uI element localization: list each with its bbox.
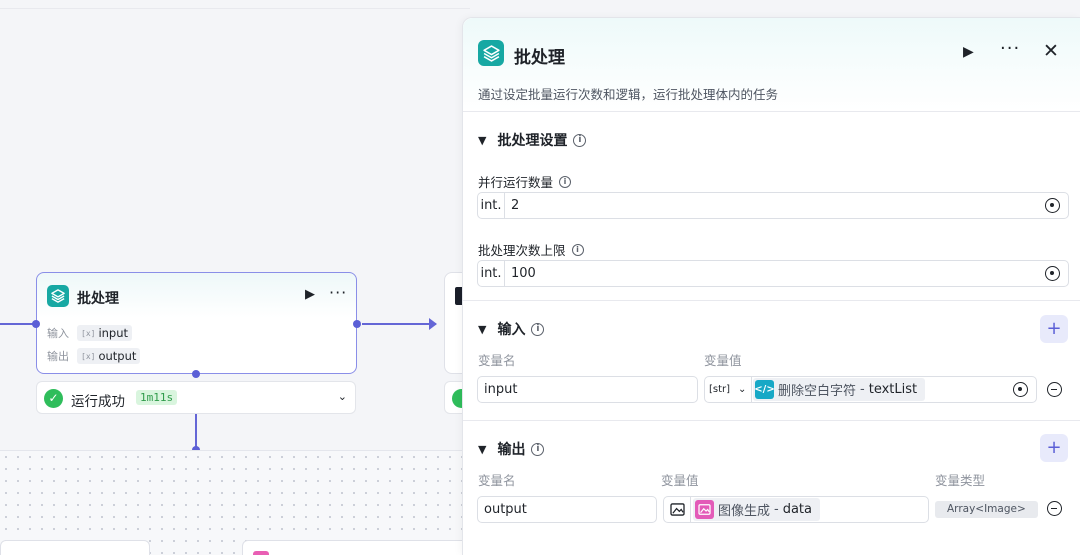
layers-icon — [478, 40, 504, 66]
ref-separator: - — [774, 502, 779, 517]
remove-output-icon[interactable] — [1047, 501, 1062, 516]
panel-header: 批处理 ▶ ··· ✕ 通过设定批量运行次数和逻辑，运行批处理体内的任务 — [463, 18, 1080, 112]
chevron-down-icon[interactable]: ⌄ — [338, 390, 347, 403]
ref-separator: - — [860, 382, 865, 397]
parallel-count-text: 并行运行数量 — [478, 175, 554, 190]
output-value-ref[interactable]: 图像生成 - data — [663, 496, 929, 523]
node-input-port[interactable] — [32, 320, 40, 328]
settings-section-title: 批处理设置 — [497, 133, 568, 149]
output-section-title: 输出 — [497, 442, 526, 458]
chevron-down-icon[interactable]: ⌄ — [738, 384, 746, 395]
output-col-type: 变量类型 — [935, 473, 986, 488]
node-input-row: 输入 [x] input — [47, 325, 133, 341]
info-icon[interactable]: i — [573, 133, 587, 147]
canvas-divider — [0, 8, 470, 9]
node-settings-panel: 批处理 ▶ ··· ✕ 通过设定批量运行次数和逻辑，运行批处理体内的任务 ▼ 批… — [462, 17, 1080, 555]
panel-title: 批处理 — [514, 48, 565, 68]
type-select[interactable]: [str] ⌄ — [705, 377, 752, 402]
int-type-prefix: int. — [478, 193, 505, 218]
batch-limit-label: 批处理次数上限 i — [478, 240, 584, 259]
run-status-bar[interactable]: ✓ 运行成功 1m11s ⌄ — [36, 381, 356, 414]
check-icon: ✓ — [44, 389, 63, 408]
info-icon[interactable]: i — [531, 322, 545, 336]
image-icon — [695, 500, 714, 519]
output-section-header[interactable]: ▼ 输出 i — [478, 439, 545, 459]
batch-limit-text: 批处理次数上限 — [478, 243, 566, 258]
node-output-label: 输出 — [47, 350, 69, 363]
play-icon[interactable]: ▶ — [305, 287, 315, 302]
input-value-ref[interactable]: [str] ⌄ </> 删除空白字符 - textList — [704, 376, 1037, 403]
play-icon[interactable]: ▶ — [963, 44, 974, 60]
add-input-button[interactable]: + — [1040, 315, 1068, 343]
settings-section-header[interactable]: ▼ 批处理设置 i — [478, 130, 587, 150]
section-divider — [463, 420, 1080, 421]
parallel-count-value[interactable]: 2 — [511, 198, 519, 213]
str-type-label: [str] — [709, 384, 731, 395]
chevron-down-icon[interactable]: ▼ — [478, 323, 486, 336]
input-col-name: 变量名 — [478, 353, 516, 368]
batch-node[interactable]: 批处理 ▶ ··· 输入 [x] input 输出 [x] output — [36, 272, 357, 374]
arrow-head-icon — [429, 318, 437, 330]
variable-icon: [x] — [81, 328, 96, 338]
variable-ref-icon[interactable] — [1013, 382, 1028, 397]
section-divider — [463, 300, 1080, 301]
child-node-card[interactable] — [0, 540, 150, 555]
layers-icon — [47, 285, 69, 307]
more-icon[interactable]: ··· — [329, 283, 347, 302]
input-col-value: 变量值 — [704, 353, 742, 368]
add-output-button[interactable]: + — [1040, 434, 1068, 462]
more-icon[interactable]: ··· — [1000, 38, 1020, 59]
run-time-badge: 1m11s — [136, 390, 178, 405]
node-title: 批处理 — [77, 291, 119, 307]
incoming-edge — [0, 323, 34, 325]
input-section-header[interactable]: ▼ 输入 i — [478, 319, 545, 339]
output-name-field[interactable]: output — [477, 496, 657, 523]
int-type-prefix: int. — [478, 261, 505, 286]
node-output-chip: [x] output — [77, 348, 141, 364]
chevron-down-icon[interactable]: ▼ — [478, 134, 486, 147]
parallel-count-label: 并行运行数量 i — [478, 172, 572, 191]
output-col-value: 变量值 — [661, 473, 699, 488]
outgoing-edge — [362, 323, 436, 325]
chevron-down-icon[interactable]: ▼ — [478, 443, 486, 456]
ref-field-name: data — [782, 502, 813, 517]
output-type-tag: Array<Image> — [935, 501, 1038, 518]
node-input-label: 输入 — [47, 327, 69, 340]
ref-node-name: 删除空白字符 — [778, 384, 857, 399]
variable-ref-icon[interactable] — [1045, 266, 1060, 281]
output-col-name: 变量名 — [478, 473, 516, 488]
child-edge — [195, 414, 197, 450]
input-section-title: 输入 — [497, 322, 526, 338]
node-output-row: 输出 [x] output — [47, 348, 141, 364]
input-name-field[interactable]: input — [477, 376, 698, 403]
info-icon[interactable]: i — [531, 442, 545, 456]
node-bottom-port[interactable] — [192, 370, 200, 378]
info-icon[interactable]: i — [559, 175, 572, 188]
status-label: 运行成功 — [71, 394, 125, 410]
remove-input-icon[interactable] — [1047, 382, 1062, 397]
batch-limit-input[interactable]: int. 100 — [477, 260, 1069, 287]
panel-description: 通过设定批量运行次数和逻辑，运行批处理体内的任务 — [478, 87, 779, 102]
variable-ref-chip[interactable]: </> 删除空白字符 - textList — [753, 378, 926, 401]
parallel-count-input[interactable]: int. 2 — [477, 192, 1069, 219]
batch-limit-value[interactable]: 100 — [511, 266, 536, 281]
variable-icon: [x] — [81, 351, 96, 361]
ref-node-name: 图像生成 — [718, 504, 771, 519]
node-input-chip: [x] input — [77, 325, 133, 341]
code-icon: </> — [754, 380, 775, 399]
ref-field-name: textList — [868, 382, 918, 397]
image-node-icon — [253, 551, 269, 555]
node-output-port[interactable] — [353, 320, 361, 328]
variable-ref-chip[interactable]: 图像生成 - data — [693, 498, 821, 521]
node-input-value: input — [98, 326, 129, 340]
close-icon[interactable]: ✕ — [1043, 40, 1059, 62]
child-node-card[interactable] — [242, 540, 472, 555]
node-output-value: output — [98, 349, 137, 363]
variable-ref-icon[interactable] — [1045, 198, 1060, 213]
info-icon[interactable]: i — [571, 243, 584, 256]
image-type-icon[interactable] — [664, 497, 691, 522]
